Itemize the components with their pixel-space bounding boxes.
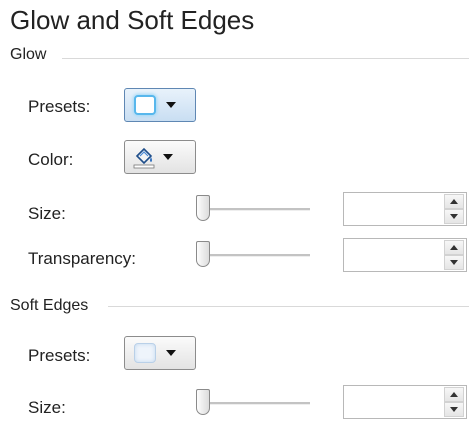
paint-bucket-icon — [133, 147, 155, 169]
glow-color-dropdown[interactable] — [124, 140, 196, 174]
arrow-down-icon — [450, 407, 458, 412]
soft-edges-presets-label: Presets: — [28, 346, 91, 365]
soft-edges-section-divider — [108, 306, 469, 307]
arrow-down-icon — [450, 214, 458, 219]
glow-size-label: Size: — [28, 204, 66, 223]
glow-size-spinbox[interactable] — [343, 192, 467, 226]
soft-edges-size-slider-track[interactable] — [210, 402, 310, 405]
chevron-down-icon — [163, 154, 173, 160]
soft-edges-size-label: Size: — [28, 398, 66, 417]
spin-down-button[interactable] — [444, 255, 464, 270]
glow-size-slider-track[interactable] — [210, 208, 310, 211]
spin-down-button[interactable] — [444, 209, 464, 224]
glow-color-label: Color: — [28, 150, 74, 169]
arrow-down-icon — [450, 260, 458, 265]
soft-edges-section-header: Soft Edges — [10, 297, 89, 314]
panel-title: Glow and Soft Edges — [10, 5, 255, 35]
spin-up-button[interactable] — [444, 194, 464, 209]
arrow-up-icon — [450, 392, 458, 397]
arrow-up-icon — [450, 199, 458, 204]
glow-transparency-slider-track[interactable] — [210, 254, 310, 257]
glow-section-header: Glow — [10, 46, 47, 63]
glow-transparency-label: Transparency: — [28, 249, 137, 268]
soft-edges-size-spinbox[interactable] — [343, 385, 467, 419]
glow-presets-label: Presets: — [28, 97, 91, 116]
soft-edge-preset-icon — [134, 343, 156, 363]
soft-edges-size-slider-thumb[interactable] — [196, 389, 210, 415]
glow-preset-icon — [134, 95, 156, 115]
glow-section-divider — [62, 58, 469, 59]
chevron-down-icon — [166, 102, 176, 108]
glow-transparency-spinbox[interactable] — [343, 238, 467, 272]
spin-up-button[interactable] — [444, 240, 464, 255]
chevron-down-icon — [166, 350, 176, 356]
glow-transparency-slider-thumb[interactable] — [196, 241, 210, 267]
soft-edges-presets-dropdown[interactable] — [124, 336, 196, 370]
glow-presets-dropdown[interactable] — [124, 88, 196, 122]
glow-size-slider-thumb[interactable] — [196, 195, 210, 221]
spin-down-button[interactable] — [444, 402, 464, 417]
spin-up-button[interactable] — [444, 387, 464, 402]
arrow-up-icon — [450, 245, 458, 250]
